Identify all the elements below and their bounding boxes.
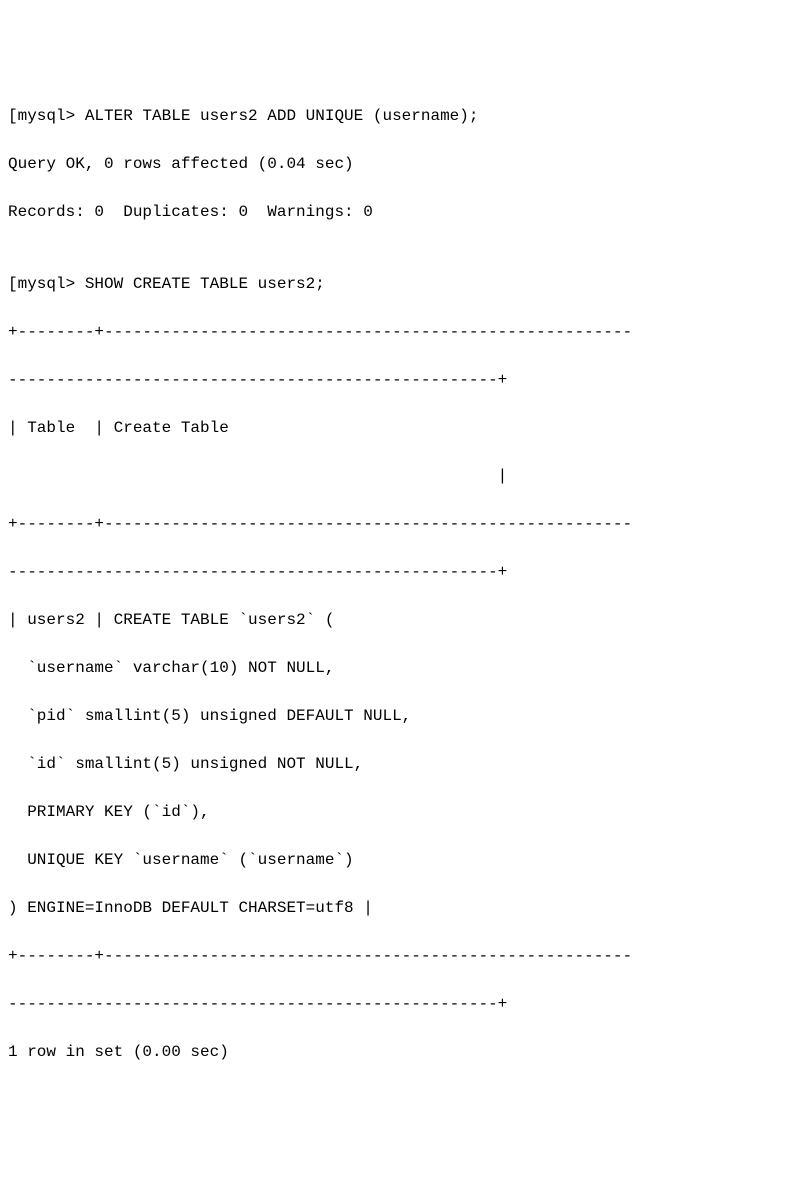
table-border-bottom-1: +--------+------------------------------… (8, 944, 798, 968)
table-row-6: UNIQUE KEY `username` (`username`) (8, 848, 798, 872)
mysql-prompt-line-1: [mysql> ALTER TABLE users2 ADD UNIQUE (u… (8, 104, 798, 128)
table-row-2: `username` varchar(10) NOT NULL, (8, 656, 798, 680)
table-row-1: | users2 | CREATE TABLE `users2` ( (8, 608, 798, 632)
table-header-1: | Table | Create Table (8, 416, 798, 440)
mysql-prompt: [mysql> (8, 275, 85, 293)
table-border-bottom-2: ----------------------------------------… (8, 992, 798, 1016)
table-header-2: | (8, 464, 798, 488)
mysql-command-2: SHOW CREATE TABLE users2; (85, 275, 325, 293)
query-result-line-2: Records: 0 Duplicates: 0 Warnings: 0 (8, 200, 798, 224)
table-row-5: PRIMARY KEY (`id`), (8, 800, 798, 824)
table-row-7: ) ENGINE=InnoDB DEFAULT CHARSET=utf8 | (8, 896, 798, 920)
mysql-prompt-line-2: [mysql> SHOW CREATE TABLE users2; (8, 272, 798, 296)
mysql-command-1: ALTER TABLE users2 ADD UNIQUE (username)… (85, 107, 479, 125)
result-footer: 1 row in set (0.00 sec) (8, 1040, 798, 1064)
table-border-top-1: +--------+------------------------------… (8, 320, 798, 344)
table-row-4: `id` smallint(5) unsigned NOT NULL, (8, 752, 798, 776)
table-row-3: `pid` smallint(5) unsigned DEFAULT NULL, (8, 704, 798, 728)
query-result-line-1: Query OK, 0 rows affected (0.04 sec) (8, 152, 798, 176)
mysql-prompt: [mysql> (8, 107, 85, 125)
table-border-top-2: ----------------------------------------… (8, 368, 798, 392)
table-border-mid-2: ----------------------------------------… (8, 560, 798, 584)
table-border-mid-1: +--------+------------------------------… (8, 512, 798, 536)
